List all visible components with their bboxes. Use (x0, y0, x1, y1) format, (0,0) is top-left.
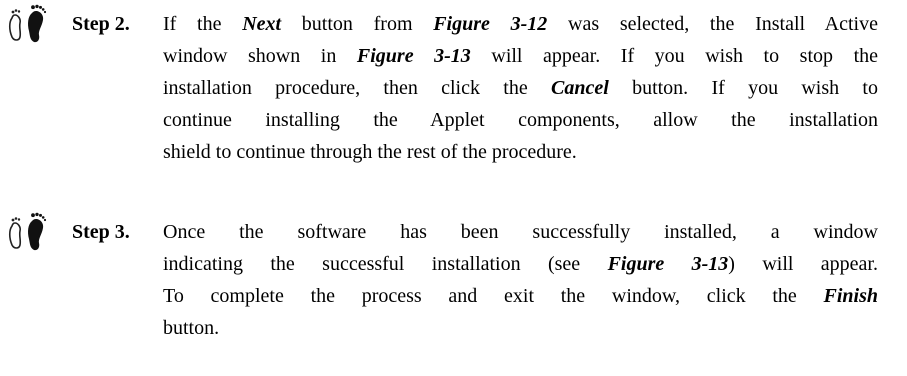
text-run: installation procedure, then click the (163, 77, 551, 99)
text-run: button from (281, 13, 434, 35)
step-text: If the Next button from Figure 3-12 was … (163, 8, 878, 168)
text-run: window shown in (163, 45, 357, 67)
text-run: Once the software has been successfully … (163, 221, 878, 243)
figure-reference: Figure 3-13 (356, 45, 471, 67)
footprints-icon (8, 212, 47, 251)
inline-ui-term: Finish (823, 285, 878, 307)
text-line: window shown in Figure 3-13 will appear.… (163, 40, 878, 72)
text-run: continue installing the Applet component… (163, 109, 878, 131)
text-run: button. If you wish to (608, 77, 878, 99)
step-label: Step 2. (72, 13, 130, 35)
inline-ui-term: Cancel (551, 77, 609, 99)
text-run: button. (163, 317, 220, 339)
text-run: To complete the process and exit the win… (163, 285, 824, 307)
text-run: indicating the successful installation (… (163, 253, 608, 275)
step-label: Step 3. (72, 221, 130, 243)
text-line: installation procedure, then click the C… (163, 72, 878, 104)
footprints-icon (8, 4, 47, 43)
text-line: Once the software has been successfully … (163, 216, 878, 248)
text-line: indicating the successful installation (… (163, 248, 878, 280)
figure-reference: Figure 3-13 (607, 253, 729, 275)
text-run: will appear. If you wish to stop the (470, 45, 879, 67)
text-run: was selected, the Install Active (547, 13, 878, 35)
text-line: To complete the process and exit the win… (163, 280, 878, 312)
text-run: If the (163, 13, 243, 35)
text-line: If the Next button from Figure 3-12 was … (163, 8, 878, 40)
text-run: ) will appear. (728, 253, 878, 275)
inline-ui-term: Next (242, 13, 282, 35)
text-line: button. (163, 312, 878, 344)
step-text: Once the software has been successfully … (163, 216, 878, 344)
text-line: continue installing the Applet component… (163, 104, 878, 136)
figure-reference: Figure 3-12 (433, 13, 548, 35)
text-run: shield to continue through the rest of t… (163, 141, 577, 163)
text-line: shield to continue through the rest of t… (163, 136, 878, 168)
